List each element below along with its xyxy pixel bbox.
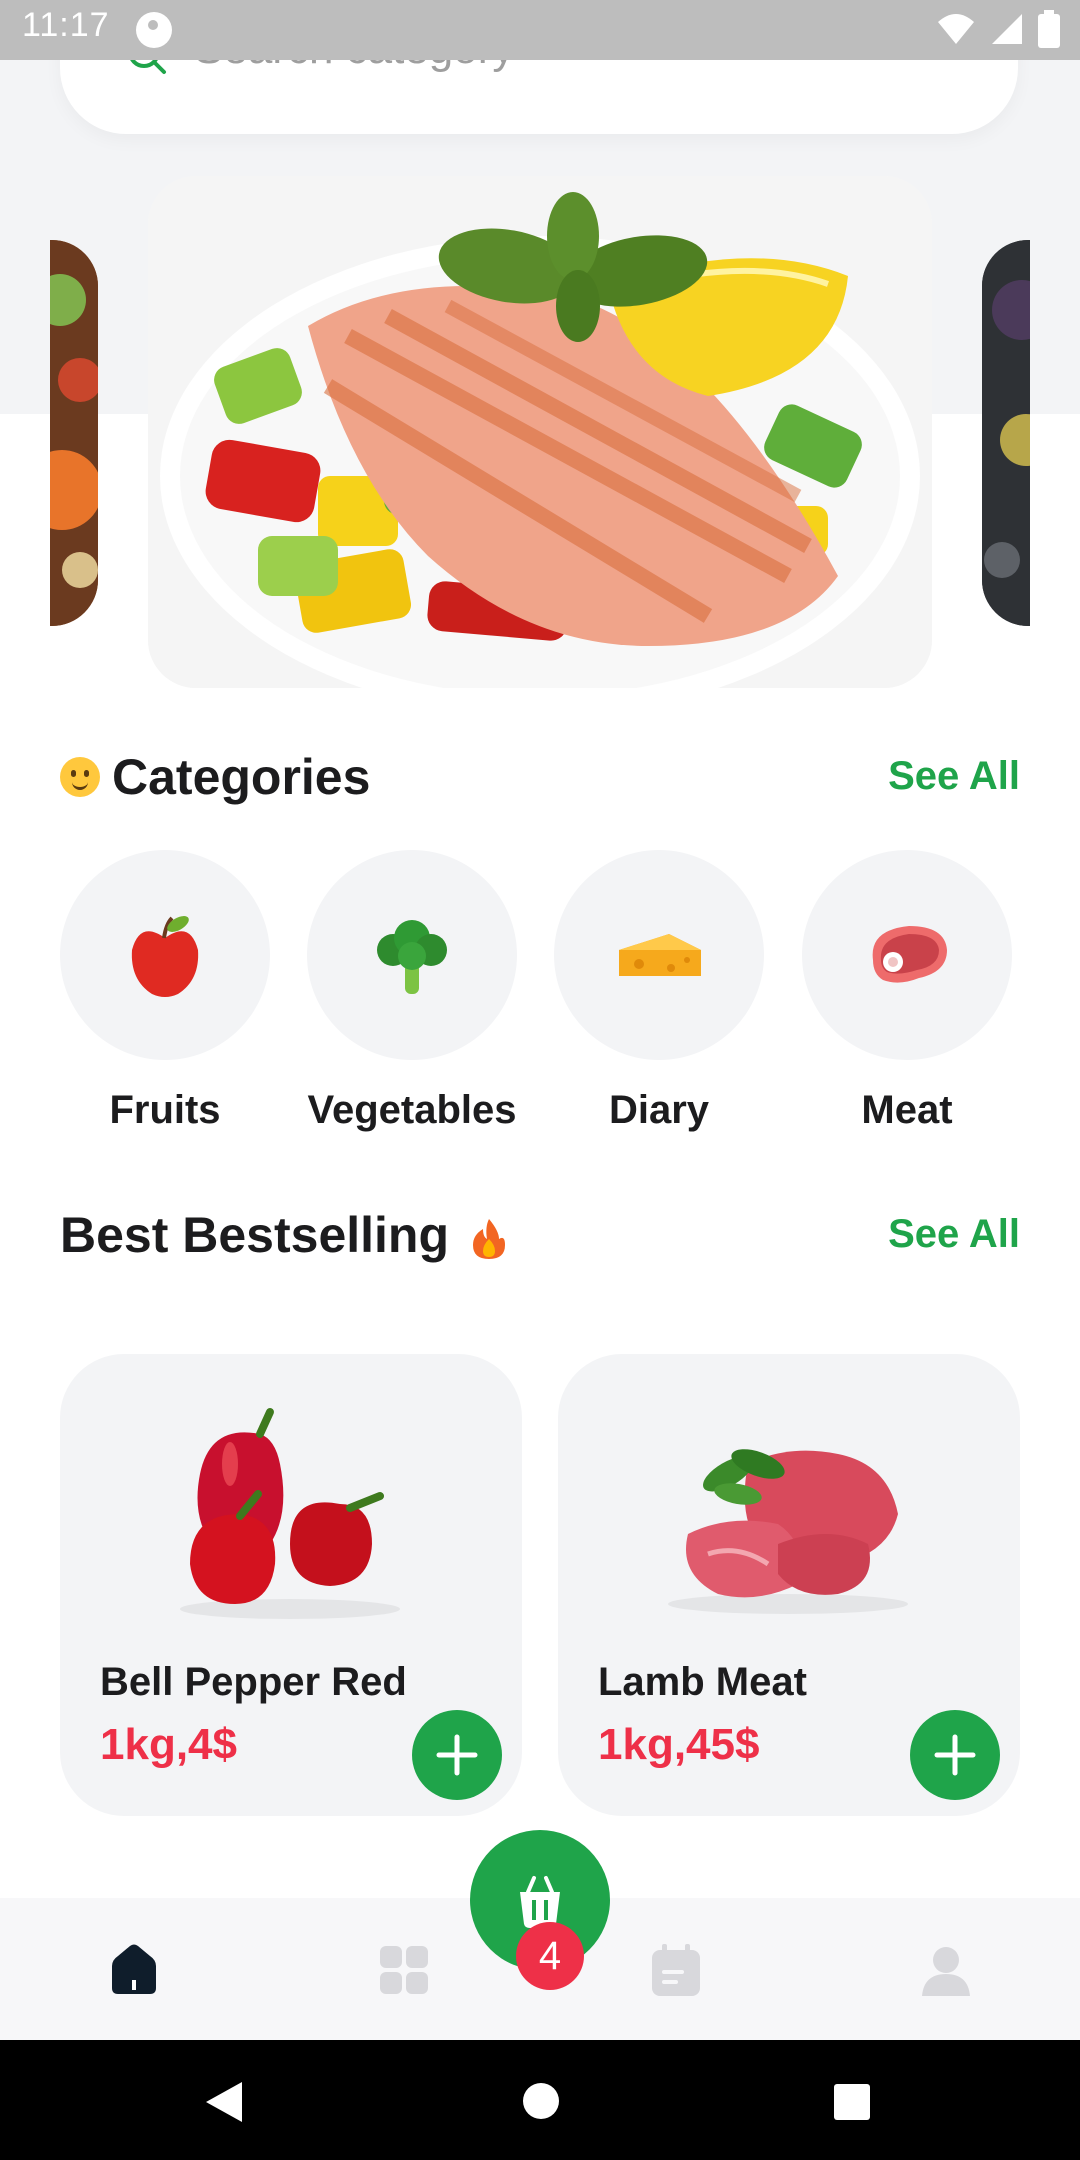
broccoli-icon: [377, 920, 447, 994]
product-name: Lamb Meat: [598, 1660, 807, 1704]
category-circle: [307, 850, 517, 1060]
category-item-meat[interactable]: Meat: [802, 850, 1012, 1133]
category-label: Vegetables: [307, 1088, 517, 1132]
category-label: Meat: [861, 1088, 953, 1132]
fire-icon: [472, 1218, 505, 1259]
category-circle: [802, 850, 1012, 1060]
nav-home[interactable]: [104, 1940, 164, 2000]
category-item-diary[interactable]: Diary: [554, 850, 764, 1133]
home-icon: [112, 1944, 156, 1994]
nav-profile[interactable]: [916, 1940, 976, 2000]
notification-icon: [136, 12, 172, 48]
bestselling-title-text: Best Bestselling: [60, 1207, 450, 1263]
wifi-icon: [938, 14, 974, 44]
category-list: Fruits Vegetables Diary Meat: [60, 850, 1020, 1140]
nav-orders[interactable]: [646, 1940, 706, 2000]
add-to-cart-button[interactable]: [910, 1710, 1000, 1800]
carousel-prev-slide[interactable]: [50, 240, 98, 626]
grid-icon: [378, 1944, 430, 1996]
product-price: 1kg,4$: [100, 1720, 237, 1769]
smiley-icon: [60, 756, 100, 797]
add-to-cart-button[interactable]: [412, 1710, 502, 1800]
status-icons: [936, 10, 1060, 48]
cart-count-badge: 4: [516, 1922, 584, 1990]
recents-icon[interactable]: [832, 2082, 872, 2122]
home-circle-icon[interactable]: [522, 2082, 560, 2120]
category-circle: [60, 850, 270, 1060]
categories-title-text: Categories: [112, 749, 371, 805]
status-bar: 11:17: [0, 0, 1080, 60]
plus-icon: [934, 1734, 976, 1776]
lamb-meat-image: [668, 1449, 908, 1614]
category-item-fruits[interactable]: Fruits: [60, 850, 270, 1133]
apple-icon: [131, 916, 199, 997]
category-label: Diary: [608, 1088, 710, 1132]
product-card[interactable]: Lamb Meat 1kg,45$: [558, 1354, 1020, 1816]
back-icon[interactable]: [204, 2080, 244, 2124]
product-price: 1kg,45$: [598, 1720, 760, 1769]
bell-pepper-image: [180, 1408, 400, 1619]
plus-icon: [436, 1734, 478, 1776]
bestselling-see-all-link[interactable]: See All: [888, 1212, 1020, 1257]
category-item-vegetables[interactable]: Vegetables: [307, 850, 517, 1133]
cheese-icon: [619, 934, 701, 976]
category-label: Fruits: [109, 1088, 221, 1132]
categories-see-all-link[interactable]: See All: [888, 754, 1020, 799]
nav-categories[interactable]: [374, 1940, 434, 2000]
category-circle: [554, 850, 764, 1060]
categories-title: Categories: [60, 748, 370, 806]
product-name: Bell Pepper Red: [100, 1660, 407, 1704]
status-time: 11:17: [22, 6, 110, 44]
carousel-next-slide[interactable]: [982, 240, 1030, 626]
system-navigation-bar: [0, 2040, 1080, 2160]
meat-icon: [872, 926, 947, 983]
cart-icon: [520, 1876, 560, 1928]
signal-icon: [992, 14, 1022, 44]
categories-header: Categories See All: [60, 748, 1020, 818]
battery-icon: [1038, 10, 1060, 48]
salmon-dish-image: [148, 176, 932, 688]
carousel-main-slide[interactable]: [148, 176, 932, 688]
bestselling-title: Best Bestselling: [60, 1206, 509, 1264]
calendar-icon: [652, 1944, 700, 1996]
product-card[interactable]: Bell Pepper Red 1kg,4$: [60, 1354, 522, 1816]
profile-icon: [922, 1947, 970, 1996]
bestselling-header: Best Bestselling See All: [60, 1206, 1020, 1276]
